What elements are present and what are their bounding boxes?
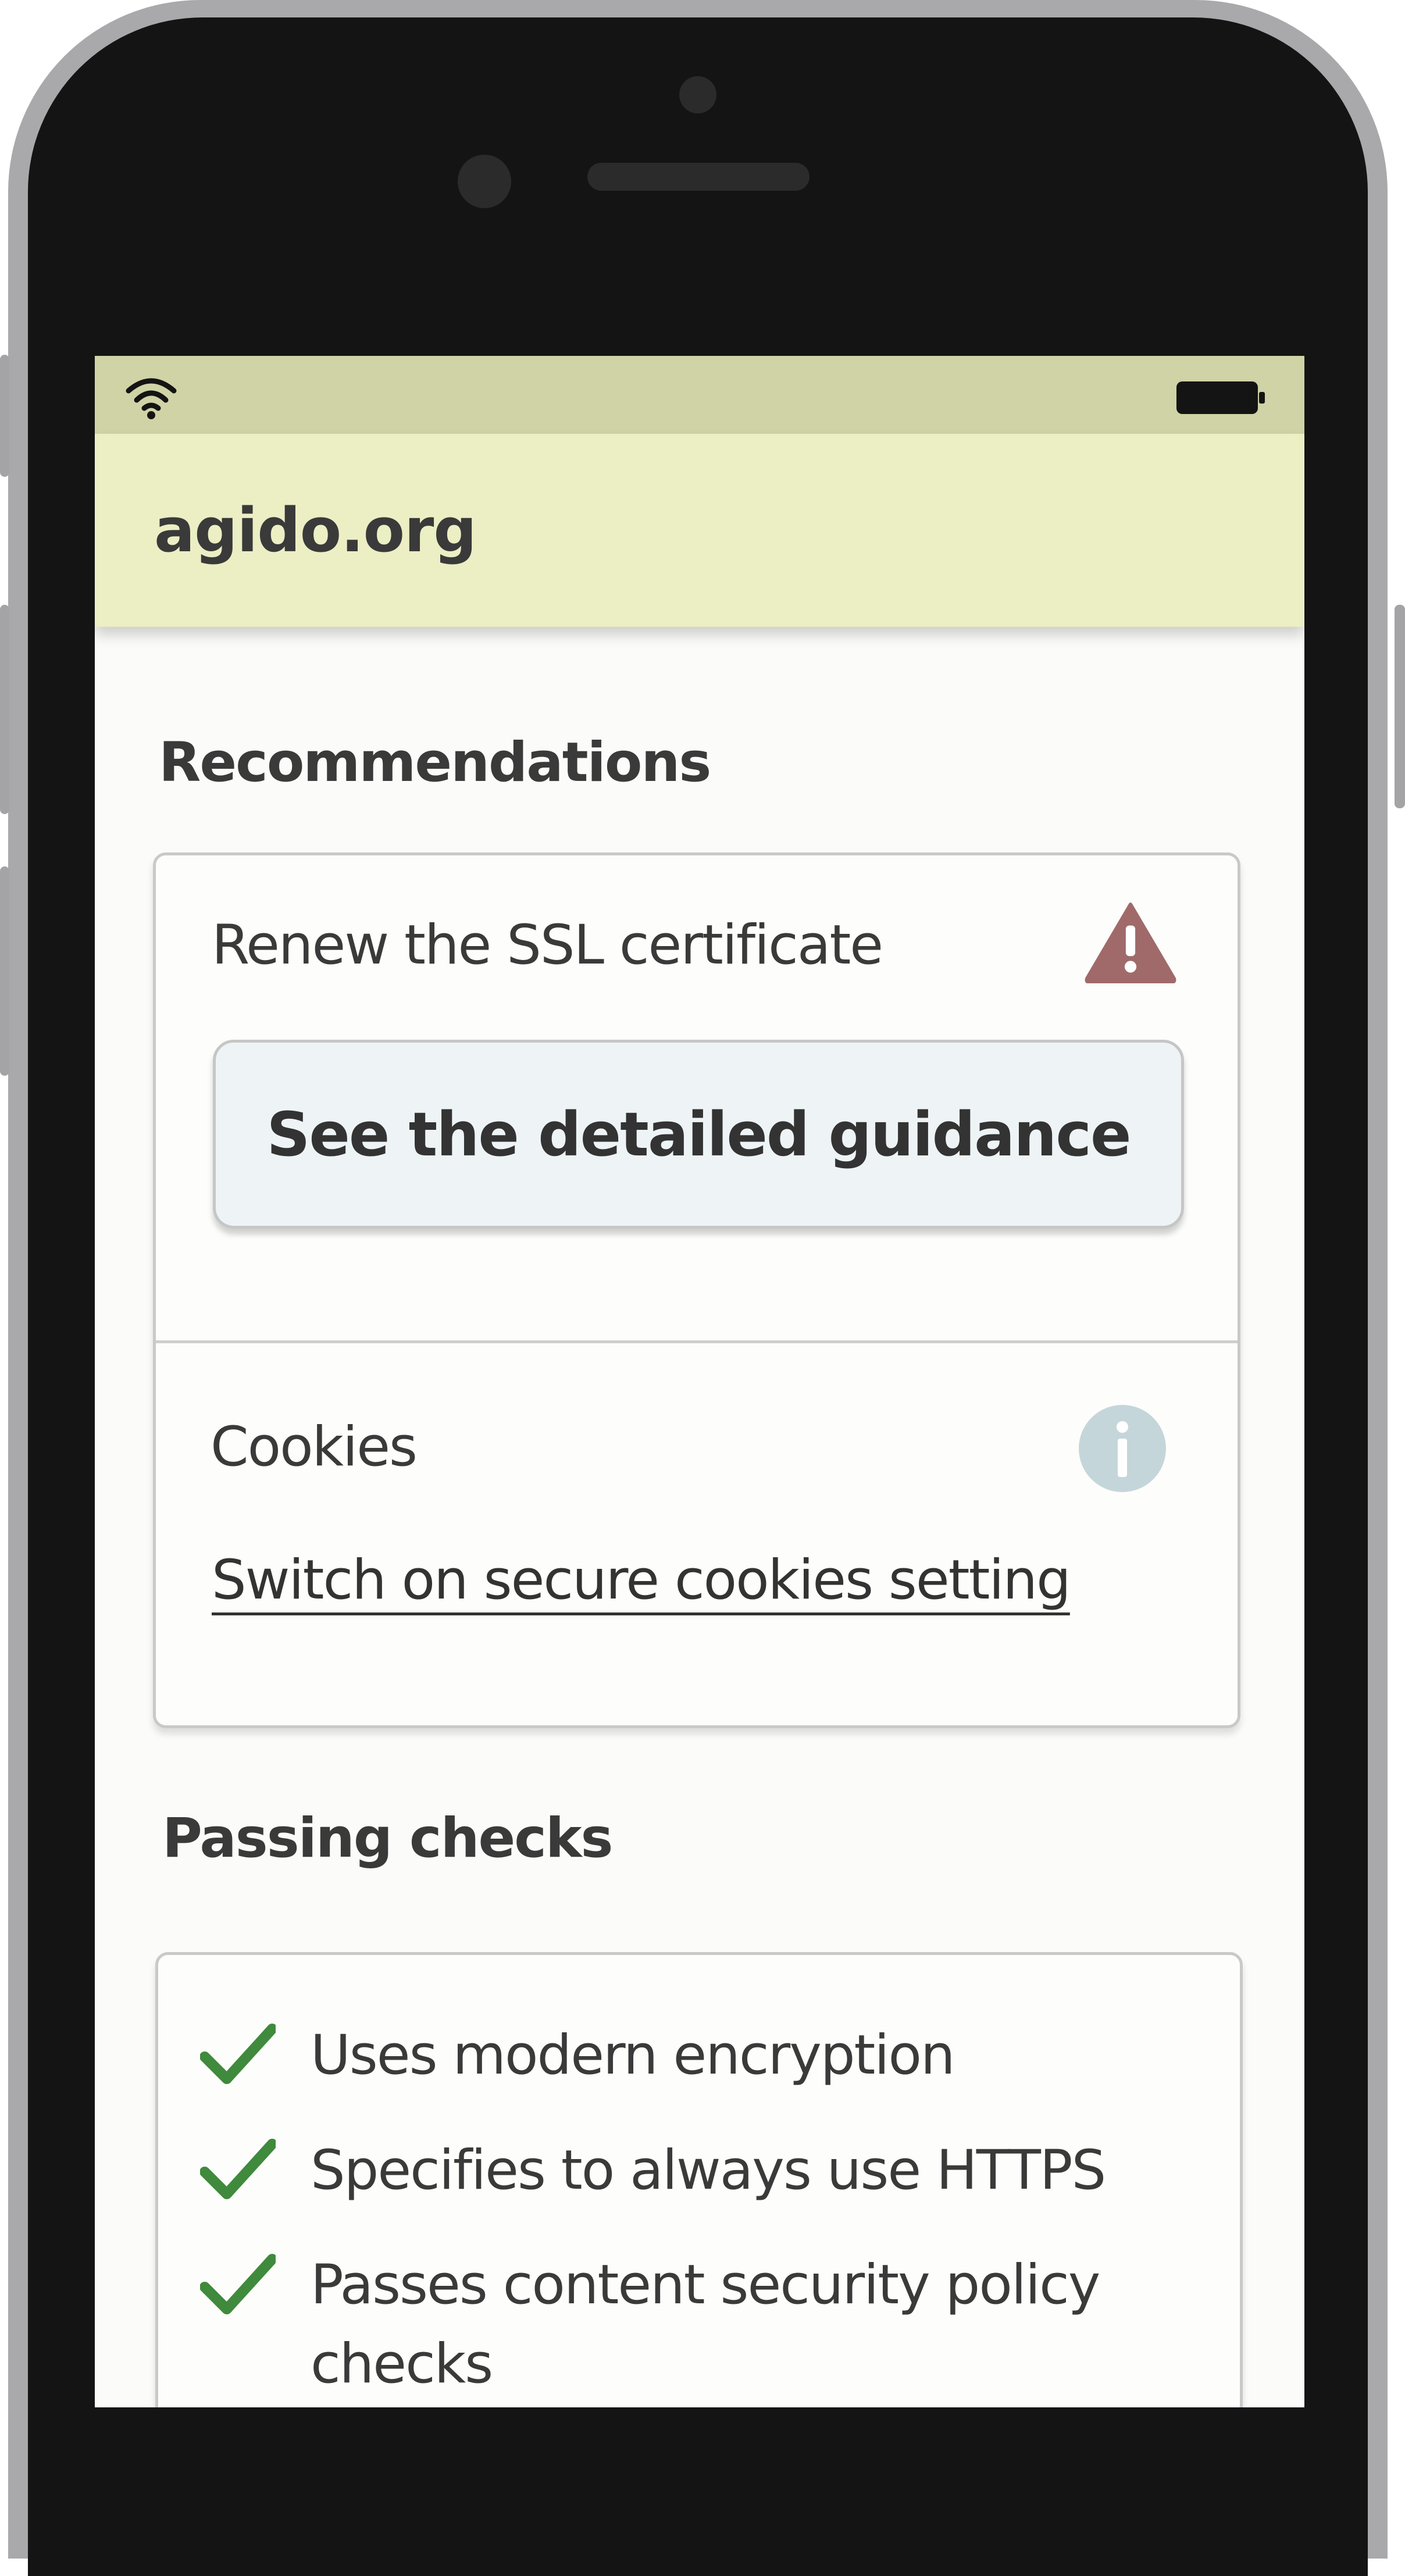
- passing-check-item: [200, 2245, 311, 2326]
- warning-icon: [1085, 902, 1176, 983]
- wifi-icon: [126, 378, 177, 419]
- front-camera: [458, 155, 511, 208]
- check-icon: [200, 2254, 276, 2314]
- passing-checks-heading: Passing checks: [162, 1807, 613, 1870]
- cookies-recommendation-title: Cookies: [211, 1415, 418, 1479]
- site-title: agido.org: [154, 495, 477, 566]
- passing-check-label: Uses modern encryption: [311, 2023, 955, 2087]
- volume-up-button: [0, 605, 9, 814]
- earpiece-speaker: [587, 163, 810, 191]
- card-divider: [156, 1340, 1238, 1343]
- passing-check-label: Passes content security policy checks: [311, 2253, 1100, 2396]
- passing-check-item: Specifies to always use HTTPS: [200, 2129, 1106, 2211]
- recommendations-card: Renew the SSL certificate See the detail…: [153, 852, 1240, 1728]
- passing-check-item: Uses modern encryption: [200, 2014, 955, 2096]
- power-button: [1395, 605, 1405, 808]
- proximity-sensor: [679, 76, 716, 113]
- app-bar: agido.org: [95, 434, 1304, 627]
- status-bar: [95, 356, 1304, 434]
- ssl-recommendation-title: Renew the SSL certificate: [212, 914, 883, 977]
- secure-cookies-link[interactable]: Switch on secure cookies setting: [212, 1549, 1071, 1612]
- info-icon: [1079, 1405, 1166, 1492]
- recommendations-heading: Recommendations: [159, 731, 711, 794]
- check-icon: [200, 2024, 276, 2084]
- screen: agido.org Recommendations Renew the SSL …: [95, 356, 1304, 2407]
- passing-checks-card: Uses modern encryption Specifies to alwa…: [155, 1952, 1243, 2407]
- detailed-guidance-button[interactable]: See the detailed guidance: [213, 1040, 1184, 1229]
- passing-check-label: Specifies to always use HTTPS: [311, 2138, 1106, 2202]
- mute-switch: [0, 355, 9, 477]
- battery-icon: [1176, 381, 1265, 414]
- check-icon: [200, 2139, 276, 2199]
- volume-down-button: [0, 866, 9, 1076]
